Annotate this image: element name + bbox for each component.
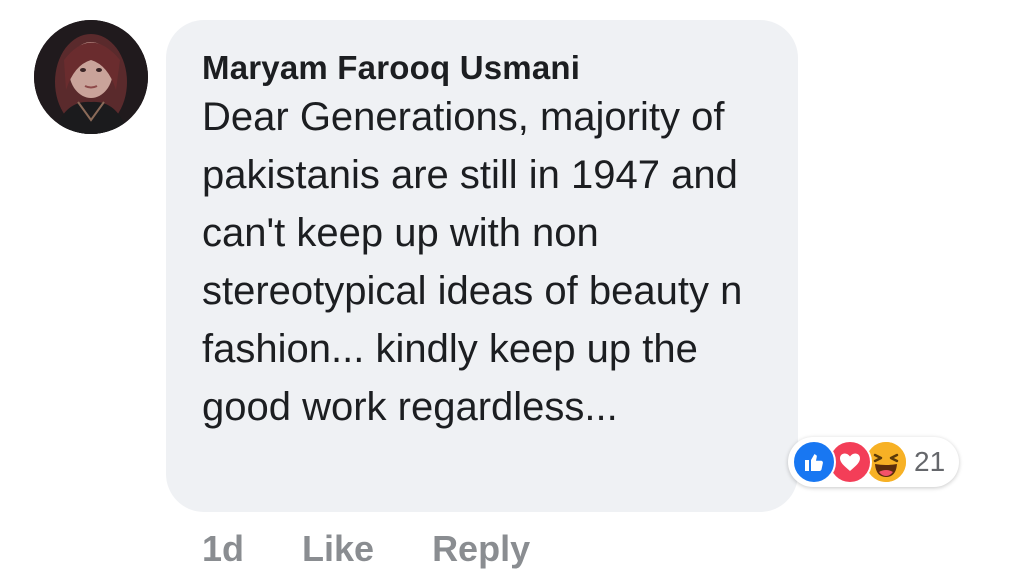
comment-actions: 1d Like Reply [202, 528, 588, 570]
reactions-summary[interactable]: 21 [788, 437, 960, 487]
comment-timestamp[interactable]: 1d [202, 528, 244, 570]
like-icon [792, 440, 836, 484]
comment-text: Dear Generations, majority of pakistanis… [202, 95, 743, 429]
comment-bubble: Maryam Farooq Usmani Dear Generations, m… [166, 20, 798, 512]
reaction-count: 21 [914, 446, 946, 477]
avatar-image [34, 20, 148, 134]
comment-author[interactable]: Maryam Farooq Usmani [202, 48, 768, 88]
comment: Maryam Farooq Usmani Dear Generations, m… [0, 0, 1024, 580]
avatar[interactable] [34, 20, 148, 134]
like-button[interactable]: Like [302, 528, 374, 570]
reply-button[interactable]: Reply [432, 528, 530, 570]
